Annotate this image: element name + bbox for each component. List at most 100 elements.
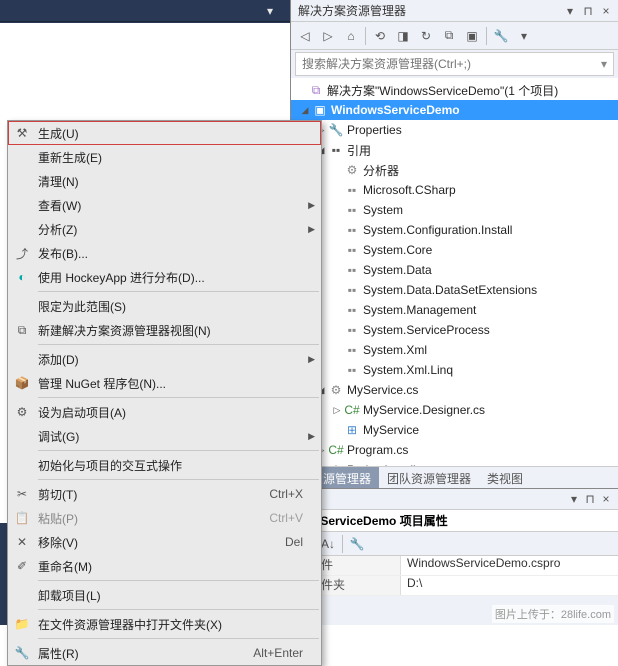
publish-icon: ⤴	[8, 241, 36, 265]
file-myservice-designer[interactable]: ▷C#MyService.Designer.cs	[291, 400, 618, 420]
refresh-icon[interactable]: ↻	[416, 26, 436, 46]
ref-item[interactable]: ▪▪System.Core	[291, 240, 618, 260]
window-icon: ⊞	[344, 422, 360, 438]
panel-title: 解决方案资源管理器	[295, 2, 562, 19]
node-label: Microsoft.CSharp	[363, 183, 456, 197]
ref-item[interactable]: ▪▪System	[291, 200, 618, 220]
menu-publish[interactable]: ⤴发布(B)...	[8, 241, 321, 265]
tab-class-view[interactable]: 类视图	[479, 467, 531, 488]
ref-item[interactable]: ▪▪System.Data	[291, 260, 618, 280]
tab-dropdown-icon[interactable]: ▾	[260, 1, 280, 21]
ref-item[interactable]: ▪▪System.Management	[291, 300, 618, 320]
solution-tree[interactable]: ⧉ 解决方案"WindowsServiceDemo"(1 个项目) ◢ ▣ Wi…	[291, 78, 618, 466]
ref-item[interactable]: ▪▪System.Data.DataSetExtensions	[291, 280, 618, 300]
wrench-icon[interactable]: 🔧	[347, 534, 367, 554]
menu-separator	[38, 479, 319, 480]
new-view-icon: ⧉	[8, 318, 36, 342]
props-panel-header: ▾ ⊓ ×	[291, 488, 618, 510]
panel-dropdown-icon[interactable]: ▾	[562, 3, 578, 19]
shortcut: Del	[285, 535, 303, 549]
close-icon[interactable]: ×	[598, 491, 614, 507]
menu-rebuild[interactable]: 重新生成(E)	[8, 145, 321, 169]
solution-explorer-panel: 解决方案资源管理器 ▾ ⊓ × ◁ ▷ ⌂ ⟲ ◨ ↻ ⧉ ▣ 🔧 ▾ ▾	[290, 0, 618, 625]
chevron-down-icon[interactable]: ▾	[514, 26, 534, 46]
menu-debug[interactable]: 调试(G)▶	[8, 424, 321, 448]
forward-icon[interactable]: ▷	[318, 26, 338, 46]
menu-set-startup[interactable]: ⚙设为启动项目(A)	[8, 400, 321, 424]
assembly-icon: ▪▪	[344, 282, 360, 298]
node-label: System.Data	[363, 263, 432, 277]
menu-build[interactable]: ⚒生成(U)	[8, 121, 321, 145]
menu-scope-to-this[interactable]: 限定为此范围(S)	[8, 294, 321, 318]
props-row[interactable]: 文件 WindowsServiceDemo.cspro	[291, 556, 618, 576]
properties-icon[interactable]: 🔧	[491, 26, 511, 46]
ref-item[interactable]: ▪▪System.Xml.Linq	[291, 360, 618, 380]
ref-item[interactable]: ▪▪Microsoft.CSharp	[291, 180, 618, 200]
home-icon[interactable]: ⌂	[341, 26, 361, 46]
folder-icon: 📁	[8, 612, 36, 636]
menu-cut[interactable]: ✂剪切(T)Ctrl+X	[8, 482, 321, 506]
menu-remove[interactable]: ✕移除(V)Del	[8, 530, 321, 554]
node-label: System.Configuration.Install	[363, 223, 512, 237]
watermark: 图片上传于：28life.com	[492, 605, 614, 623]
references-node[interactable]: ◢ ▪▪ 引用	[291, 140, 618, 160]
expander-icon[interactable]: ▷	[331, 404, 343, 416]
node-label: WindowsServiceDemo	[331, 103, 460, 117]
props-value: D:\	[401, 576, 618, 595]
solution-icon: ⧉	[308, 82, 324, 98]
menu-open-in-explorer[interactable]: 📁在文件资源管理器中打开文件夹(X)	[8, 612, 321, 636]
props-row[interactable]: 文件夹 D:\	[291, 576, 618, 596]
menu-hockeyapp[interactable]: ◐使用 HockeyApp 进行分布(D)...	[8, 265, 321, 289]
search-input[interactable]	[302, 57, 601, 71]
assembly-icon: ▪▪	[344, 362, 360, 378]
node-label: System.Xml.Linq	[363, 363, 453, 377]
node-label: System	[363, 203, 403, 217]
ref-item[interactable]: ▪▪System.Configuration.Install	[291, 220, 618, 240]
menu-nuget[interactable]: 📦管理 NuGet 程序包(N)...	[8, 371, 321, 395]
node-label: Program.cs	[347, 443, 408, 457]
search-dropdown-icon[interactable]: ▾	[601, 57, 607, 71]
file-myservice-component[interactable]: ⊞MyService	[291, 420, 618, 440]
project-node[interactable]: ◢ ▣ WindowsServiceDemo	[291, 100, 618, 120]
expander-icon[interactable]: ◢	[299, 104, 311, 116]
menu-unload[interactable]: 卸载项目(L)	[8, 583, 321, 607]
menu-separator	[38, 291, 319, 292]
menu-new-solution-view[interactable]: ⧉新建解决方案资源管理器视图(N)	[8, 318, 321, 342]
solution-node[interactable]: ⧉ 解决方案"WindowsServiceDemo"(1 个项目)	[291, 80, 618, 100]
analyzer-icon: ⚙	[344, 162, 360, 178]
paste-icon: 📋	[8, 506, 36, 530]
menu-interactive[interactable]: 初始化与项目的交互式操作	[8, 453, 321, 477]
collapse-icon[interactable]: ⧉	[439, 26, 459, 46]
ref-item[interactable]: ▪▪System.ServiceProcess	[291, 320, 618, 340]
hockeyapp-icon: ◐	[8, 265, 36, 289]
panel-header: 解决方案资源管理器 ▾ ⊓ ×	[291, 0, 618, 22]
close-icon[interactable]: ×	[598, 3, 614, 19]
menu-paste[interactable]: 📋粘贴(P)Ctrl+V	[8, 506, 321, 530]
ref-analyzer[interactable]: ⚙分析器	[291, 160, 618, 180]
menu-clean[interactable]: 清理(N)	[8, 169, 321, 193]
node-label: System.Core	[363, 243, 432, 257]
sync-icon[interactable]: ⟲	[370, 26, 390, 46]
props-object-name[interactable]: owsServiceDemo 项目属性	[291, 510, 618, 532]
pin-icon[interactable]: ⊓	[580, 3, 596, 19]
menu-view[interactable]: 查看(W)▶	[8, 193, 321, 217]
ref-item[interactable]: ▪▪System.Xml	[291, 340, 618, 360]
pending-icon[interactable]: ◨	[393, 26, 413, 46]
menu-analyze[interactable]: 分析(Z)▶	[8, 217, 321, 241]
file-myservice[interactable]: ◢⚙MyService.cs	[291, 380, 618, 400]
assembly-icon: ▪▪	[344, 322, 360, 338]
menu-separator	[38, 638, 319, 639]
pin-icon[interactable]: ⊓	[582, 491, 598, 507]
tab-team-explorer[interactable]: 团队资源管理器	[379, 467, 479, 488]
panel-dropdown-icon[interactable]: ▾	[566, 491, 582, 507]
submenu-arrow-icon: ▶	[308, 431, 315, 442]
menu-rename[interactable]: ✐重命名(M)	[8, 554, 321, 578]
assembly-icon: ▪▪	[344, 262, 360, 278]
show-all-icon[interactable]: ▣	[462, 26, 482, 46]
menu-add[interactable]: 添加(D)▶	[8, 347, 321, 371]
search-box[interactable]: ▾	[295, 52, 614, 76]
file-program[interactable]: ▷C#Program.cs	[291, 440, 618, 460]
menu-properties[interactable]: 🔧属性(R)Alt+Enter	[8, 641, 321, 665]
back-icon[interactable]: ◁	[295, 26, 315, 46]
properties-node[interactable]: ▷ 🔧 Properties	[291, 120, 618, 140]
